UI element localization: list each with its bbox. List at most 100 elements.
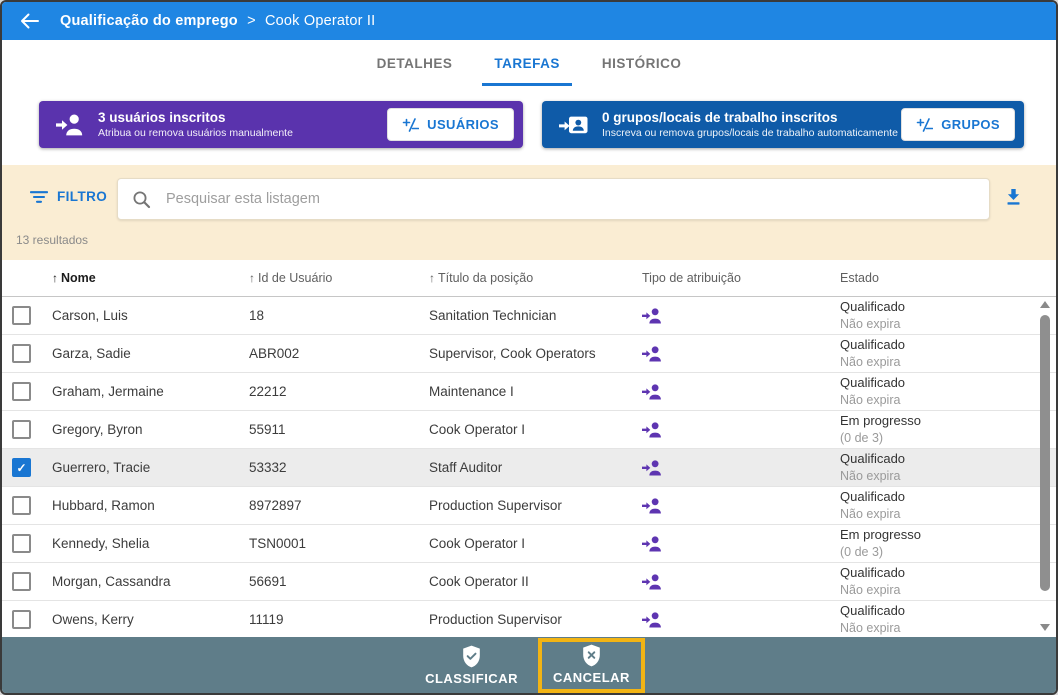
grupos-button-label: GRUPOS (941, 117, 1000, 132)
person-add-icon (642, 422, 663, 438)
person-add-icon (642, 612, 663, 628)
sort-asc-icon: ↑ (249, 271, 255, 285)
person-add-icon (642, 460, 663, 476)
search-input[interactable] (164, 190, 975, 208)
status-detail: (0 de 3) (840, 430, 1056, 446)
tab-tarefas[interactable]: TAREFAS (478, 56, 576, 86)
cell-status: Em progresso(0 de 3) (828, 527, 1056, 560)
breadcrumb-current: Cook Operator II (265, 13, 375, 29)
cell-checkbox: ✓ (2, 458, 40, 477)
filter-button[interactable]: FILTRO (30, 189, 107, 204)
cell-user-id: 22212 (237, 384, 417, 399)
cell-status: QualificadoNão expira (828, 451, 1056, 484)
scrollbar-thumb[interactable] (1040, 315, 1050, 591)
shield-x-icon (581, 644, 602, 667)
cell-checkbox (2, 610, 40, 629)
cell-assignment-type (630, 422, 828, 438)
table-row[interactable]: Carson, Luis18Sanitation TechnicianQuali… (2, 297, 1056, 335)
cell-name: Morgan, Cassandra (40, 574, 237, 589)
status-detail: Não expira (840, 316, 1056, 332)
status-detail: (0 de 3) (840, 544, 1056, 560)
back-button[interactable] (16, 9, 44, 33)
tab-detalhes[interactable]: DETALHES (361, 56, 469, 86)
usuarios-button-label: USUÁRIOS (427, 117, 499, 132)
cell-status: QualificadoNão expira (828, 603, 1056, 636)
search-icon (132, 190, 151, 209)
download-button[interactable] (1004, 188, 1023, 206)
column-header-titulo-posicao[interactable]: ↑Título da posição (417, 271, 630, 285)
cancelar-button[interactable]: CANCELAR (551, 644, 632, 685)
table-row[interactable]: Gregory, Byron55911Cook Operator IEm pro… (2, 411, 1056, 449)
groups-banner-text: 0 grupos/locais de trabalho inscritos In… (602, 110, 901, 139)
shield-check-icon (461, 645, 482, 668)
app-window: Qualificação do emprego > Cook Operator … (0, 0, 1058, 695)
cell-user-id: ABR002 (237, 346, 417, 361)
grupos-button[interactable]: GRUPOS (901, 108, 1015, 141)
download-icon (1004, 188, 1023, 206)
row-checkbox[interactable]: ✓ (12, 458, 31, 477)
cell-position-title: Production Supervisor (417, 612, 630, 627)
users-banner-text: 3 usuários inscritos Atribua ou remova u… (98, 110, 387, 139)
status-text: Qualificado (840, 337, 1056, 354)
person-add-icon (642, 536, 663, 552)
classificar-button[interactable]: CLASSIFICAR (413, 643, 530, 688)
row-checkbox[interactable] (12, 534, 31, 553)
breadcrumb: Qualificação do emprego > Cook Operator … (60, 13, 375, 29)
row-checkbox[interactable] (12, 344, 31, 363)
table-body: Carson, Luis18Sanitation TechnicianQuali… (2, 297, 1056, 637)
table-row[interactable]: Morgan, Cassandra56691Cook Operator IIQu… (2, 563, 1056, 601)
page-title: Qualificação do emprego (60, 13, 238, 29)
status-text: Qualificado (840, 451, 1056, 468)
cell-user-id: 11119 (237, 612, 417, 627)
scroll-up-icon[interactable] (1040, 301, 1050, 308)
cell-name: Hubbard, Ramon (40, 498, 237, 513)
tab-historico[interactable]: HISTÓRICO (586, 56, 698, 86)
person-add-icon (56, 114, 85, 136)
column-header-nome[interactable]: ↑Nome (40, 271, 237, 285)
filter-icon (30, 190, 48, 204)
usuarios-button[interactable]: USUÁRIOS (387, 108, 514, 141)
table-row[interactable]: ✓Guerrero, Tracie53332Staff AuditorQuali… (2, 449, 1056, 487)
row-checkbox[interactable] (12, 572, 31, 591)
table-row[interactable]: Kennedy, SheliaTSN0001Cook Operator I Em … (2, 525, 1056, 563)
status-detail: Não expira (840, 392, 1056, 408)
person-add-icon (642, 308, 663, 324)
cell-assignment-type (630, 460, 828, 476)
table-row[interactable]: Hubbard, Ramon8972897Production Supervis… (2, 487, 1056, 525)
row-checkbox[interactable] (12, 496, 31, 515)
cell-assignment-type (630, 308, 828, 324)
groups-banner-subtitle: Inscreva ou remova grupos/locais de trab… (602, 127, 901, 139)
plus-minus-icon (402, 118, 419, 132)
cell-assignment-type (630, 612, 828, 628)
row-checkbox[interactable] (12, 306, 31, 325)
status-text: Qualificado (840, 375, 1056, 392)
status-text: Qualificado (840, 299, 1056, 316)
status-text: Em progresso (840, 527, 1056, 544)
cell-user-id: 8972897 (237, 498, 417, 513)
table-row[interactable]: Garza, SadieABR002Supervisor, Cook Opera… (2, 335, 1056, 373)
app-header: Qualificação do emprego > Cook Operator … (2, 2, 1056, 40)
table-row[interactable]: Graham, Jermaine22212Maintenance IQualif… (2, 373, 1056, 411)
column-header-id-usuario[interactable]: ↑Id de Usuário (237, 271, 417, 285)
cell-name: Kennedy, Shelia (40, 536, 237, 551)
cell-position-title: Cook Operator I (417, 536, 630, 551)
column-header-tipo-atribuicao[interactable]: Tipo de atribuição (630, 271, 828, 285)
row-checkbox[interactable] (12, 610, 31, 629)
table-row[interactable]: Owens, Kerry11119Production SupervisorQu… (2, 601, 1056, 637)
cell-name: Carson, Luis (40, 308, 237, 323)
scroll-down-icon[interactable] (1040, 624, 1050, 631)
row-checkbox[interactable] (12, 420, 31, 439)
column-header-estado[interactable]: Estado (828, 271, 1056, 285)
status-detail: Não expira (840, 354, 1056, 370)
cancelar-label: CANCELAR (553, 670, 630, 685)
cell-user-id: TSN0001 (237, 536, 417, 551)
cell-checkbox (2, 382, 40, 401)
cell-status: QualificadoNão expira (828, 337, 1056, 370)
person-add-icon (642, 574, 663, 590)
tab-bar: DETALHES TAREFAS HISTÓRICO (2, 40, 1056, 86)
cell-assignment-type (630, 498, 828, 514)
cancel-highlight-box: CANCELAR (538, 638, 645, 693)
cell-position-title: Cook Operator II (417, 574, 630, 589)
status-text: Em progresso (840, 413, 1056, 430)
row-checkbox[interactable] (12, 382, 31, 401)
